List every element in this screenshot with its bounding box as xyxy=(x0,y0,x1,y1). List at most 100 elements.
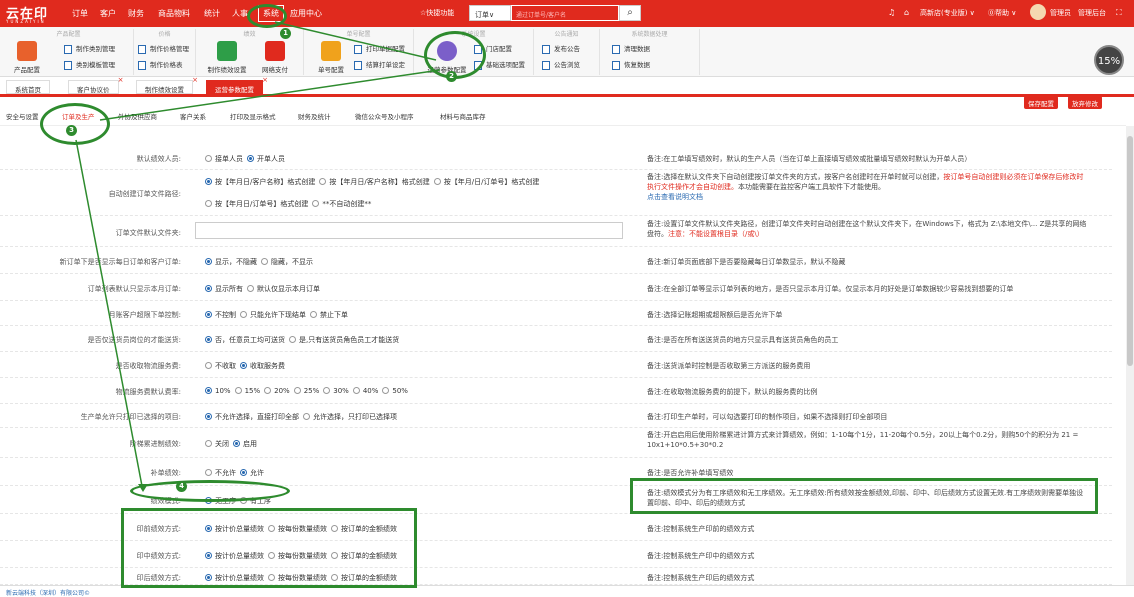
restore-data-button[interactable]: 恢复数据 xyxy=(612,59,650,70)
tab-op-params[interactable]: 运营参数配置 × xyxy=(206,76,268,94)
subtab-material[interactable]: 材料与商品库存 xyxy=(440,111,486,121)
radio-label[interactable]: 不允许 xyxy=(215,469,236,477)
product-config-button[interactable]: 产品配置 xyxy=(4,41,50,74)
radio-button[interactable] xyxy=(240,311,247,318)
radio-button[interactable] xyxy=(205,200,212,207)
radio-label[interactable]: 不控制 xyxy=(215,311,236,319)
online-pay-button[interactable]: 网络支付 xyxy=(252,41,298,74)
subtab-security[interactable]: 安全与设置 xyxy=(6,111,39,121)
radio-label[interactable]: 不收取 xyxy=(215,362,236,370)
radio-label[interactable]: 默认仅显示本月订单 xyxy=(257,285,320,293)
fullscreen-icon[interactable]: ⛶ xyxy=(1116,8,1122,18)
scrollbar[interactable] xyxy=(1126,126,1134,585)
radio-button[interactable] xyxy=(289,336,296,343)
price-table-button[interactable]: 制作价格表 xyxy=(138,59,183,70)
company-switch[interactable]: 高新店(专业版) ∨ xyxy=(920,8,975,18)
radio-label[interactable]: 50% xyxy=(392,387,408,395)
radio-button[interactable] xyxy=(303,413,310,420)
shirt-icon[interactable]: ⌂ xyxy=(904,8,909,17)
radio-button[interactable] xyxy=(352,387,360,394)
radio-button[interactable] xyxy=(382,387,390,394)
subtab-outsourcing[interactable]: 外协及供应商 xyxy=(118,111,157,121)
radio-label[interactable]: 只能允许下现结单 xyxy=(250,311,306,319)
radio-button[interactable] xyxy=(433,178,441,185)
radio-label[interactable]: 显示所有 xyxy=(215,285,243,293)
radio-button[interactable] xyxy=(205,336,212,343)
nav-customer[interactable]: 客户 xyxy=(100,8,116,19)
radio-label[interactable]: 按【年月/日/订单号】格式创建 xyxy=(444,178,540,186)
radio-button[interactable] xyxy=(247,285,254,292)
close-icon[interactable]: × xyxy=(192,76,198,84)
radio-button[interactable] xyxy=(261,258,268,265)
radio-button[interactable] xyxy=(205,469,212,476)
radio-label[interactable]: 是,只有送货员角色员工才能送货 xyxy=(299,336,399,344)
admin-name[interactable]: 管理员 xyxy=(1050,8,1071,18)
tab-customer-price[interactable]: 客户协议价 × xyxy=(68,76,124,94)
radio-button[interactable] xyxy=(323,387,331,394)
tab-perf-setting[interactable]: 制作绩效设置 × xyxy=(136,76,198,94)
radio-label[interactable]: 10% xyxy=(215,387,231,395)
radio-label[interactable]: 隐藏，不显示 xyxy=(271,258,313,266)
type-mgmt-button[interactable]: 制作类别管理 xyxy=(64,43,115,54)
radio-label[interactable]: 否，任意员工均可送货 xyxy=(215,336,285,344)
radio-label[interactable]: **不自动创建** xyxy=(322,200,371,208)
radio-label[interactable]: 不允许选择，直接打印全部 xyxy=(215,413,299,421)
radio-label[interactable]: 允许选择，只打印已选择项 xyxy=(313,413,397,421)
radio-button[interactable] xyxy=(319,178,327,185)
publish-notice-button[interactable]: 发布公告 xyxy=(542,43,580,54)
clean-data-button[interactable]: 清理数据 xyxy=(612,43,650,54)
close-icon[interactable]: × xyxy=(262,76,268,84)
doc-link[interactable]: 点击查看说明文档 xyxy=(647,192,1087,202)
nav-finance[interactable]: 财务 xyxy=(128,8,144,19)
radio-button[interactable] xyxy=(233,440,240,447)
radio-button[interactable] xyxy=(312,200,320,207)
print-config-button[interactable]: 打印单据配置 xyxy=(354,43,405,54)
bell-icon[interactable]: ♫ xyxy=(888,8,895,17)
radio-label[interactable]: 25% xyxy=(304,387,320,395)
radio-label[interactable]: 按【年月日/订单号】格式创建 xyxy=(215,200,308,208)
subtab-wechat[interactable]: 微信公众号及小程序 xyxy=(355,111,414,121)
help-menu[interactable]: ⓪帮助 ∨ xyxy=(988,8,1016,18)
radio-button[interactable] xyxy=(205,285,212,292)
nav-stats[interactable]: 统计 xyxy=(204,8,220,19)
radio-button[interactable] xyxy=(205,311,212,318)
radio-button[interactable] xyxy=(264,387,272,394)
radio-button[interactable] xyxy=(205,178,212,185)
search-icon[interactable]: ⌕ xyxy=(619,5,641,21)
subtab-print-format[interactable]: 打印及显示格式 xyxy=(230,111,276,121)
radio-label[interactable]: 40% xyxy=(363,387,379,395)
order-type-select[interactable]: 订单∨ xyxy=(469,5,511,21)
radio-label[interactable]: 显示，不隐藏 xyxy=(215,258,257,266)
radio-button[interactable] xyxy=(205,413,212,420)
tab-home[interactable]: 系统首页 xyxy=(6,80,50,94)
quick-functions[interactable]: ☆快捷功能 xyxy=(420,8,454,18)
close-icon[interactable]: × xyxy=(118,76,124,84)
radio-label[interactable]: 30% xyxy=(333,387,349,395)
notice-browse-button[interactable]: 公告浏览 xyxy=(542,59,580,70)
radio-label[interactable]: 开单人员 xyxy=(257,155,285,163)
radio-button[interactable] xyxy=(310,311,317,318)
price-mgmt-button[interactable]: 制作价格管理 xyxy=(138,43,189,54)
folder-path-input[interactable] xyxy=(195,222,623,239)
nav-hr[interactable]: 人事 xyxy=(232,8,248,19)
nav-order[interactable]: 订单 xyxy=(72,8,88,19)
radio-button[interactable] xyxy=(205,155,212,162)
radio-label[interactable]: 关闭 xyxy=(215,440,229,448)
radio-label[interactable]: 按【年月日/客户名称】格式创建 xyxy=(329,178,429,186)
perf-setting-button[interactable]: 制作绩效设置 xyxy=(204,41,250,74)
radio-button[interactable] xyxy=(247,155,254,162)
radio-label[interactable]: 20% xyxy=(274,387,290,395)
radio-label[interactable]: 15% xyxy=(245,387,261,395)
order-search-input[interactable]: 通过订单号/客户名 xyxy=(511,5,619,21)
admin-backend-link[interactable]: 管理后台 xyxy=(1078,8,1106,18)
module-mgmt-button[interactable]: 类别模板管理 xyxy=(64,59,115,70)
nav-goods[interactable]: 商品物料 xyxy=(158,8,190,19)
subtab-finance[interactable]: 财务及统计 xyxy=(298,111,331,121)
order-config-button[interactable]: 单号配置 xyxy=(308,41,354,74)
radio-button[interactable] xyxy=(240,469,247,476)
nav-apps[interactable]: 应用中心 xyxy=(290,8,322,19)
radio-label[interactable]: 按【年月日/客户名称】格式创建 xyxy=(215,178,315,186)
settle-print-button[interactable]: 结算打单设定 xyxy=(354,59,405,70)
radio-button[interactable] xyxy=(293,387,301,394)
radio-label[interactable]: 允许 xyxy=(250,469,264,477)
